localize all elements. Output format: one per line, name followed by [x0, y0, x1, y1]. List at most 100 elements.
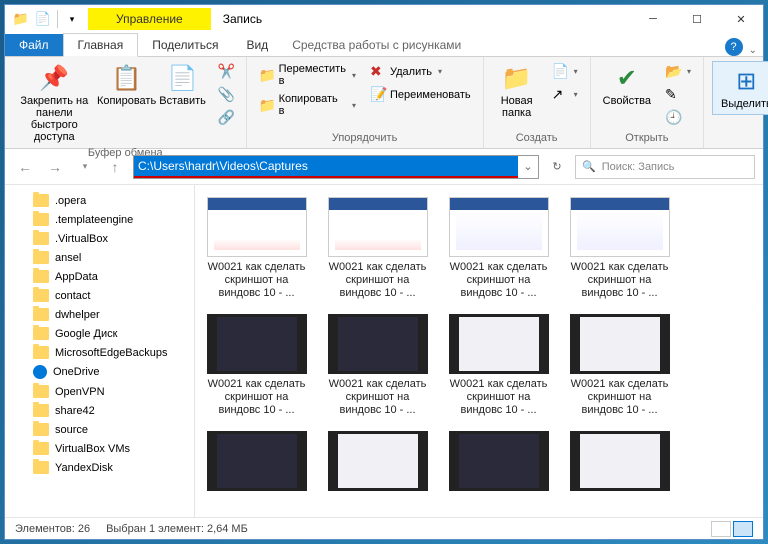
- chevron-down-icon: ▾: [574, 67, 578, 76]
- minimize-button[interactable]: ─: [631, 5, 675, 33]
- group-open: ✔ Свойства 📂▾ ✎ 🕘 Открыть: [591, 57, 704, 148]
- file-item[interactable]: [441, 427, 556, 495]
- thumbnail: [570, 314, 670, 374]
- paste-shortcut-button[interactable]: 🔗: [214, 107, 238, 128]
- chevron-down-icon: ▾: [438, 67, 442, 76]
- maximize-button[interactable]: ☐: [675, 5, 719, 33]
- file-item[interactable]: W0021 как сделать скриншот на виндовс 10…: [441, 193, 556, 304]
- address-bar[interactable]: C:\Users\hardr\Videos\Captures ⌄: [133, 155, 539, 179]
- file-item[interactable]: W0021 как сделать скриншот на виндовс 10…: [320, 310, 435, 421]
- tree-item[interactable]: .opera: [5, 191, 194, 210]
- properties-icon: ✔: [617, 63, 637, 93]
- tree-item[interactable]: dwhelper: [5, 305, 194, 324]
- select-button[interactable]: ⊞ Выделить: [712, 61, 768, 115]
- tree-item[interactable]: source: [5, 420, 194, 439]
- details-view-button[interactable]: [711, 521, 731, 537]
- delete-icon: ✖: [370, 63, 386, 80]
- file-item[interactable]: W0021 как сделать скриншот на виндовс 10…: [199, 193, 314, 304]
- copy-path-button[interactable]: 📎: [214, 84, 238, 105]
- tree-item-label: contact: [55, 290, 90, 302]
- pin-label: Закрепить на панели быстрого доступа: [17, 95, 92, 143]
- help-icon[interactable]: ?: [725, 38, 743, 56]
- tree-item[interactable]: OneDrive: [5, 362, 194, 382]
- tree-item-label: share42: [55, 405, 95, 417]
- tree-item[interactable]: AppData: [5, 267, 194, 286]
- view-switcher: [711, 521, 753, 537]
- history-button[interactable]: 🕘: [661, 107, 695, 128]
- file-item[interactable]: W0021 как сделать скриншот на виндовс 10…: [441, 310, 556, 421]
- tree-item[interactable]: ansel: [5, 248, 194, 267]
- tab-file[interactable]: Файл: [5, 34, 63, 56]
- separator: [57, 10, 58, 28]
- file-item[interactable]: W0021 как сделать скриншот на виндовс 10…: [562, 310, 677, 421]
- folder-icon: [33, 423, 49, 436]
- tree-item[interactable]: MicrosoftEdgeBackups: [5, 343, 194, 362]
- tree-item[interactable]: YandexDisk: [5, 458, 194, 477]
- contextual-tab-manage[interactable]: Управление: [88, 8, 211, 30]
- back-button[interactable]: ←: [13, 155, 37, 179]
- new-item-icon: 📄: [552, 63, 568, 80]
- refresh-button[interactable]: ↻: [545, 155, 569, 179]
- open-icon: 📂: [665, 63, 681, 80]
- pin-button[interactable]: 📌 Закрепить на панели быстрого доступа: [13, 61, 96, 145]
- collapse-ribbon-icon[interactable]: ⌄: [749, 45, 757, 56]
- copy-to-label: Копировать в: [279, 93, 346, 117]
- tree-item-label: .templateengine: [55, 214, 133, 226]
- rename-icon: 📝: [370, 86, 386, 103]
- rename-button[interactable]: 📝Переименовать: [366, 84, 475, 105]
- save-icon[interactable]: 📄: [33, 9, 53, 29]
- tree-item[interactable]: VirtualBox VMs: [5, 439, 194, 458]
- file-item[interactable]: W0021 как сделать скриншот на виндовс 10…: [562, 193, 677, 304]
- items-view[interactable]: W0021 как сделать скриншот на виндовс 10…: [195, 185, 763, 517]
- address-dropdown-icon[interactable]: ⌄: [518, 160, 538, 173]
- navigation-pane[interactable]: .opera .templateengine .VirtualBox ansel App…: [5, 185, 195, 517]
- ribbon: 📌 Закрепить на панели быстрого доступа 📋…: [5, 57, 763, 149]
- properties-button[interactable]: ✔ Свойства: [599, 61, 655, 109]
- file-item[interactable]: W0021 как сделать скриншот на виндовс 10…: [199, 310, 314, 421]
- paste-button[interactable]: 📄 Вставить: [158, 61, 208, 109]
- folder-icon: [33, 213, 49, 226]
- copy-button[interactable]: 📋 Копировать: [102, 61, 152, 109]
- tree-item[interactable]: OpenVPN: [5, 382, 194, 401]
- forward-button[interactable]: →: [43, 155, 67, 179]
- tree-item-label: YandexDisk: [55, 462, 113, 474]
- delete-button[interactable]: ✖Удалить▾: [366, 61, 475, 82]
- explorer-window: 📁 📄 ▾ Управление Запись ─ ☐ ✕ Файл Главн…: [4, 4, 764, 540]
- address-text[interactable]: C:\Users\hardr\Videos\Captures: [134, 156, 518, 178]
- file-item[interactable]: [199, 427, 314, 495]
- tree-item[interactable]: .templateengine: [5, 210, 194, 229]
- tree-item[interactable]: share42: [5, 401, 194, 420]
- tree-item-label: source: [55, 424, 88, 436]
- tab-share[interactable]: Поделиться: [138, 34, 232, 56]
- easy-access-button[interactable]: ↗▾: [548, 84, 582, 105]
- file-item[interactable]: [320, 427, 435, 495]
- close-button[interactable]: ✕: [719, 5, 763, 33]
- pin-icon: 📌: [39, 63, 69, 93]
- tree-item-label: ansel: [55, 252, 81, 264]
- search-box[interactable]: 🔍 Поиск: Запись: [575, 155, 755, 179]
- copy-to-button[interactable]: 📁Копировать в▾: [255, 91, 360, 119]
- edit-button[interactable]: ✎: [661, 84, 695, 105]
- tree-item[interactable]: .VirtualBox: [5, 229, 194, 248]
- contextual-subtab[interactable]: Средства работы с рисунками: [282, 34, 471, 56]
- up-button[interactable]: ↑: [103, 155, 127, 179]
- tree-item[interactable]: Google Диск: [5, 324, 194, 343]
- file-item[interactable]: [562, 427, 677, 495]
- new-small: 📄▾ ↗▾: [548, 61, 582, 105]
- tree-item[interactable]: contact: [5, 286, 194, 305]
- qat-dropdown-icon[interactable]: ▾: [62, 9, 82, 29]
- cut-button[interactable]: ✂️: [214, 61, 238, 82]
- tab-view[interactable]: Вид: [232, 34, 282, 56]
- recent-dropdown[interactable]: ▾: [73, 155, 97, 179]
- chevron-down-icon: ▾: [352, 71, 356, 80]
- open-button[interactable]: 📂▾: [661, 61, 695, 82]
- folder-icon: [33, 442, 49, 455]
- tree-item-label: Google Диск: [55, 328, 117, 340]
- new-item-button[interactable]: 📄▾: [548, 61, 582, 82]
- file-item[interactable]: W0021 как сделать скриншот на виндовс 10…: [320, 193, 435, 304]
- thumbnail: [449, 197, 549, 257]
- new-folder-button[interactable]: 📁 Новая папка: [492, 61, 542, 121]
- thumbnails-view-button[interactable]: [733, 521, 753, 537]
- move-to-button[interactable]: 📁Переместить в▾: [255, 61, 360, 89]
- tab-home[interactable]: Главная: [63, 33, 139, 57]
